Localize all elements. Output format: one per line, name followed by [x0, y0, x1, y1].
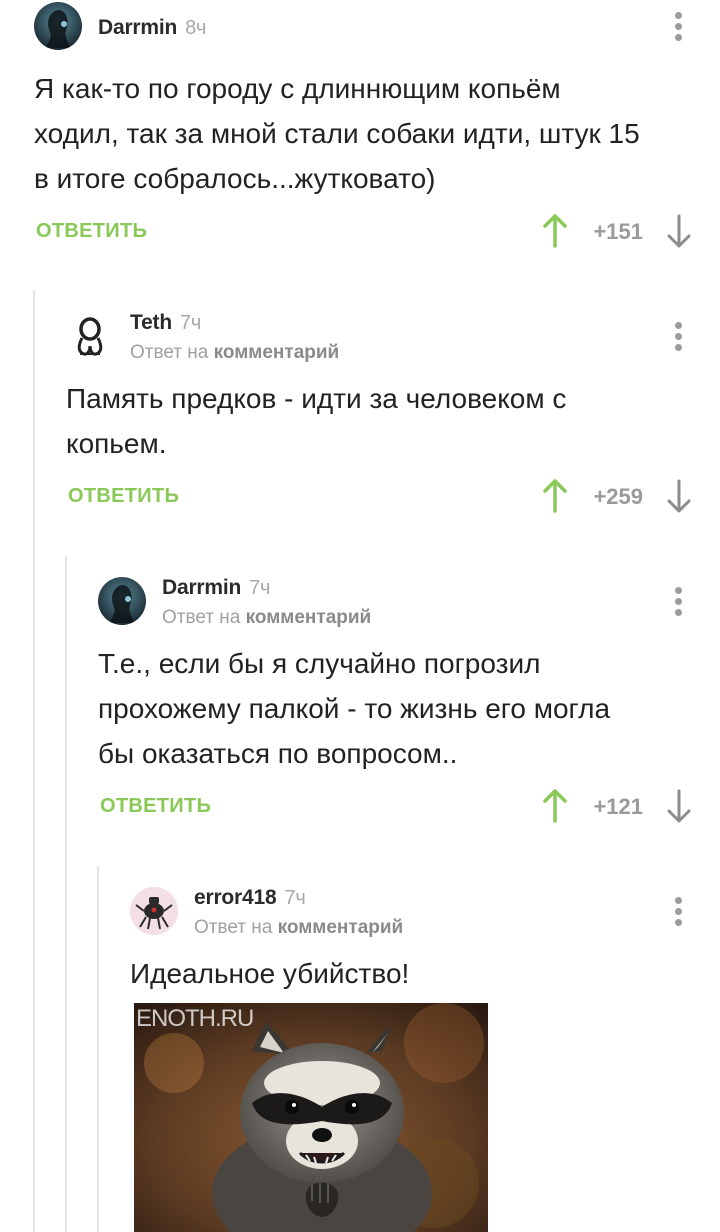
reply-to-link[interactable]: комментарий — [278, 917, 404, 938]
reply-to-link[interactable]: комментарий — [246, 607, 372, 628]
more-options-icon[interactable] — [668, 897, 688, 933]
image-watermark: ENOTH.RU — [136, 1005, 254, 1032]
comment-text-line: прохожему палкой - то жизнь его могла — [98, 693, 611, 724]
comment-author[interactable]: error418 7ч — [194, 886, 306, 910]
author-name[interactable]: error418 — [194, 886, 277, 909]
reply-button[interactable]: ОТВЕТИТЬ — [36, 220, 147, 243]
comment-score: +121 — [593, 794, 643, 819]
knot-symbol-avatar-icon[interactable] — [66, 312, 114, 360]
comment-text: Идеальное убийство! — [130, 951, 409, 996]
comment-text-line: в итоге собралось...жутковато) — [34, 163, 436, 194]
arrow-down-icon[interactable] — [665, 789, 693, 823]
comment-text-line: копьем. — [66, 428, 167, 459]
more-options-icon[interactable] — [668, 12, 688, 48]
arrow-up-icon[interactable] — [541, 214, 569, 248]
comment-text-line: бы оказаться по вопросом.. — [98, 738, 458, 769]
author-name[interactable]: Darrmin — [98, 16, 177, 39]
comment-text-line: ходил, так за мной стали собаки идти, шт… — [34, 118, 640, 149]
arrow-down-icon[interactable] — [665, 214, 693, 248]
reply-to-prefix: Ответ на — [162, 607, 241, 628]
comment-author[interactable]: Darrmin 8ч — [98, 16, 206, 40]
teapot-robot-avatar-icon[interactable] — [130, 887, 178, 935]
comment-text-line: Т.е., если бы я случайно погрозил — [98, 648, 541, 679]
thread-line-level-2 — [65, 556, 67, 1232]
reply-button[interactable]: ОТВЕТИТЬ — [100, 795, 211, 818]
reply-to-label: Ответ на комментарий — [194, 917, 403, 939]
thread-line-level-3 — [97, 866, 99, 1232]
comment-score: +151 — [593, 219, 643, 244]
comment-text-line: Я как-то по городу с длиннющим копьём — [34, 73, 561, 104]
arrow-down-icon[interactable] — [665, 479, 693, 513]
reply-button[interactable]: ОТВЕТИТЬ — [68, 485, 179, 508]
comment-text-line: Идеальное убийство! — [130, 958, 410, 989]
comment-time: 7ч — [179, 312, 202, 334]
reply-to-prefix: Ответ на — [130, 342, 209, 363]
dark-ghost-avatar-icon[interactable] — [98, 577, 146, 625]
comment-time: 8ч — [185, 17, 207, 39]
more-options-icon[interactable] — [668, 587, 688, 623]
comment-text: Т.е., если бы я случайно погрозил прохож… — [98, 641, 610, 776]
comment-text: Я как-то по городу с длиннющим копьём хо… — [34, 66, 640, 201]
reply-to-label: Ответ на комментарий — [130, 342, 339, 364]
author-name[interactable]: Teth — [130, 311, 172, 334]
thread-line-level-1 — [33, 290, 35, 1232]
comment-time: 7ч — [249, 577, 271, 599]
comment-time: 7ч — [284, 887, 306, 909]
arrow-up-icon[interactable] — [541, 479, 569, 513]
reply-to-label: Ответ на комментарий — [162, 607, 371, 629]
arrow-up-icon[interactable] — [541, 789, 569, 823]
reply-to-link[interactable]: комментарий — [214, 342, 340, 363]
comment-text: Память предков - идти за человеком с коп… — [66, 376, 566, 466]
author-name[interactable]: Darrmin — [162, 576, 241, 599]
comment-author[interactable]: Teth 7ч — [130, 311, 201, 335]
reply-to-prefix: Ответ на — [194, 917, 273, 938]
comment-text-line: Память предков - идти за человеком с — [66, 383, 567, 414]
comment-score: +259 — [593, 484, 643, 509]
dark-ghost-avatar-icon[interactable] — [34, 2, 82, 50]
more-options-icon[interactable] — [668, 322, 688, 358]
raccoon-meme-image[interactable]: ENOTH.RU — [134, 1003, 488, 1232]
comment-author[interactable]: Darrmin 7ч — [162, 576, 270, 600]
